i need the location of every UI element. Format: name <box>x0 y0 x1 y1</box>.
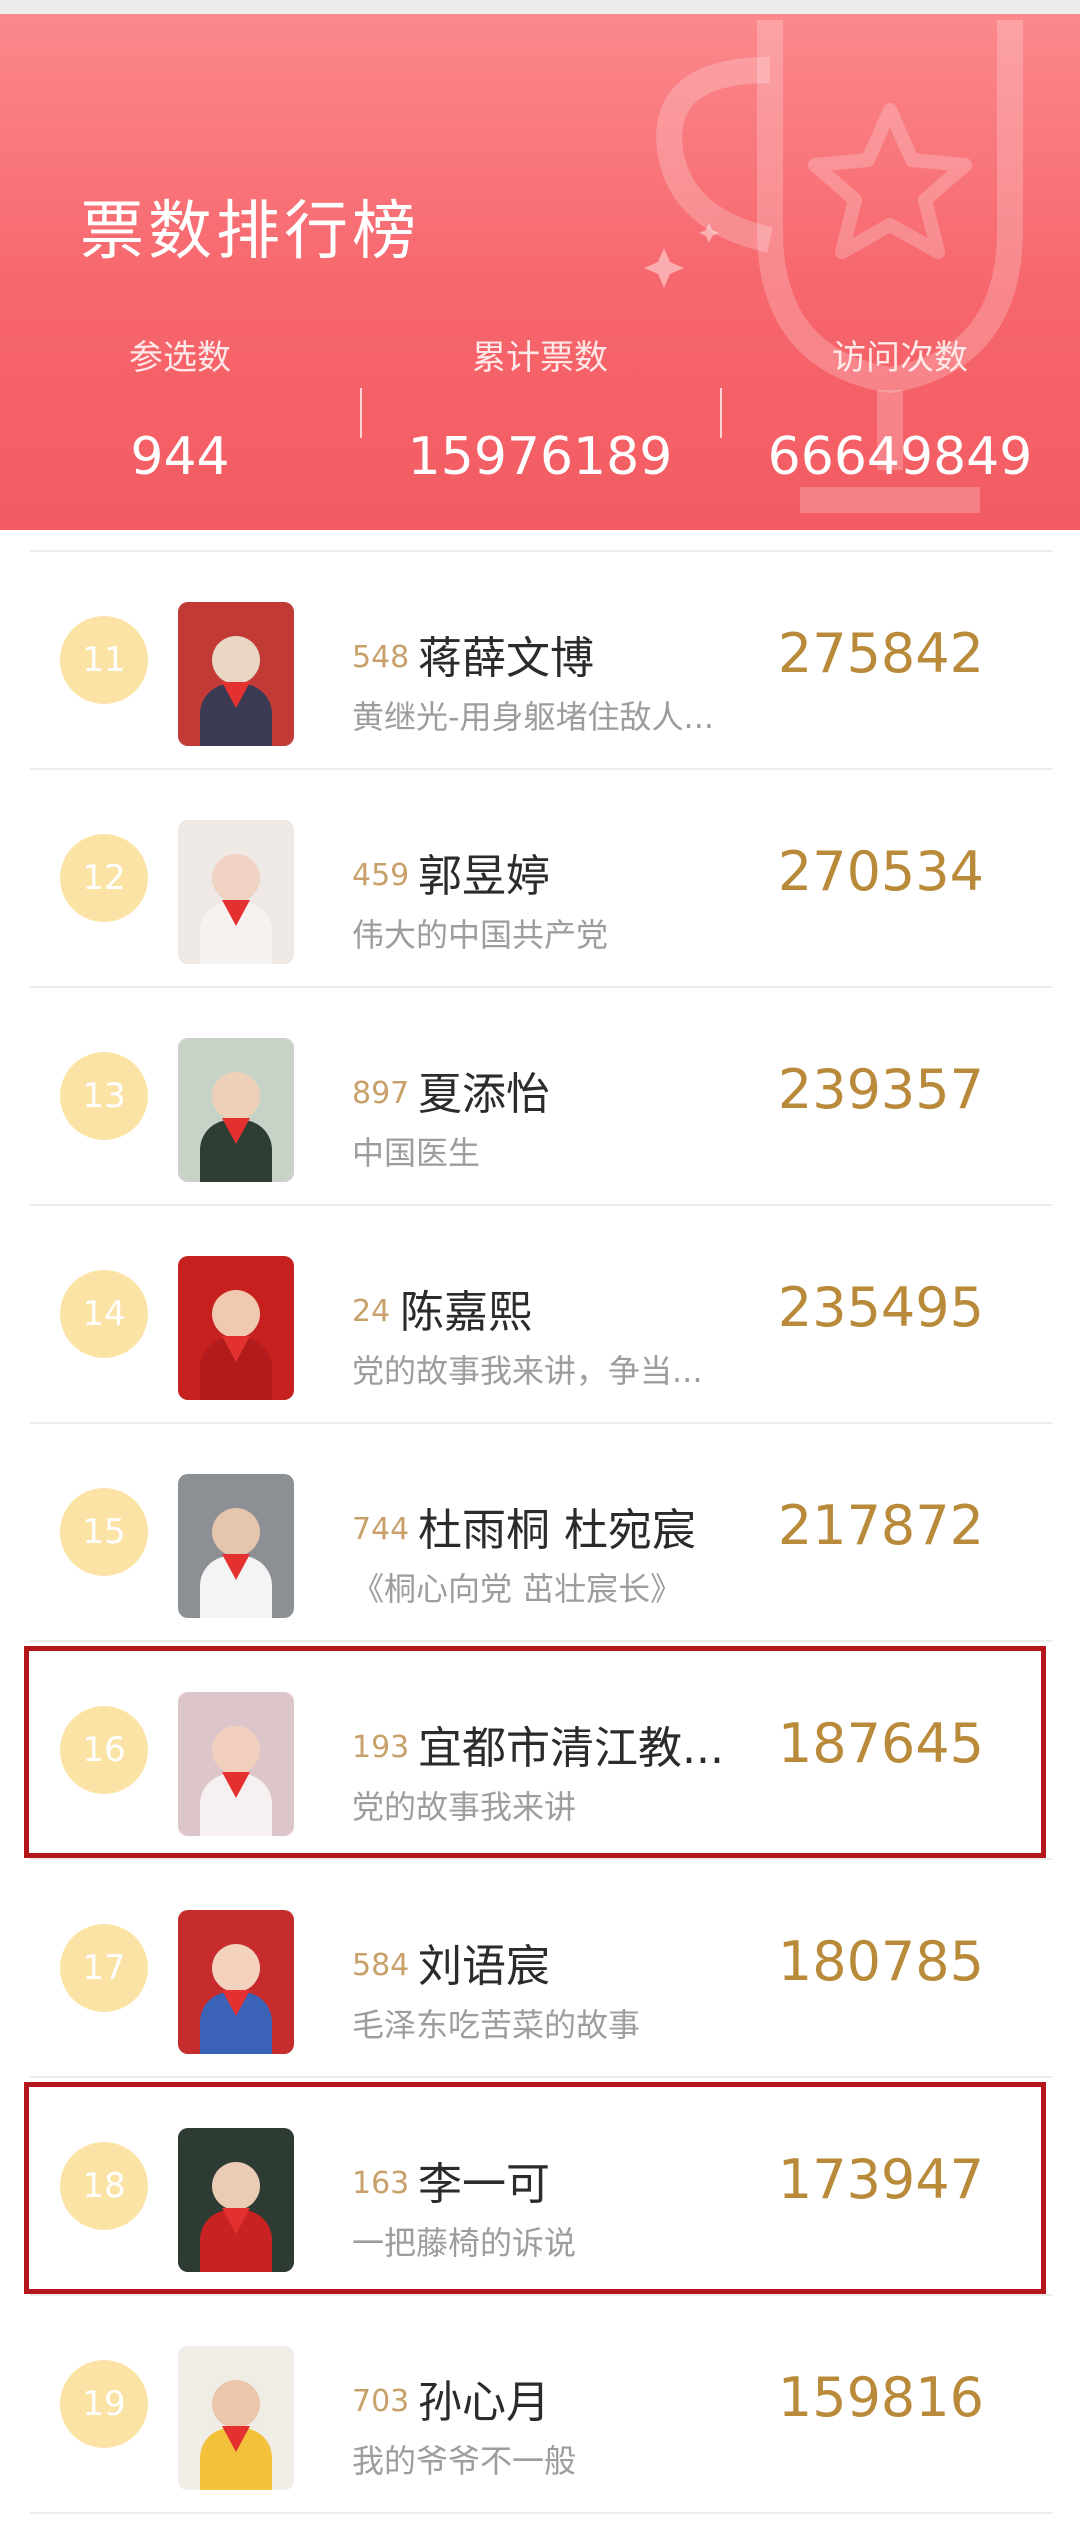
ranking-row[interactable]: 15 744 杜雨桐 杜宛宸《桐心向党 茁壮宸长》 217872 <box>30 1424 1052 1642</box>
rank-badge: 18 <box>60 2142 148 2230</box>
entry-thumbnail[interactable] <box>178 1474 294 1618</box>
entry-name: 宜都市清江教... <box>418 1723 724 1774</box>
entry-description: 中国医生 <box>352 1134 481 1172</box>
thumbnail-figure-head <box>212 636 260 684</box>
stat-label: 累计票数 <box>472 338 608 378</box>
thumbnail-figure-head <box>212 2162 260 2210</box>
entry-description: 党的故事我来讲 <box>352 1788 577 1826</box>
entry-number: 459 <box>352 858 410 893</box>
ranking-row[interactable]: 14 24 陈嘉熙党的故事我来讲，争当... 235495 <box>30 1206 1052 1424</box>
entry-number: 193 <box>352 1730 410 1765</box>
rank-badge: 17 <box>60 1924 148 2012</box>
ranking-row[interactable]: 13 897 夏添怡中国医生 239357 <box>30 988 1052 1206</box>
entry-number: 548 <box>352 640 410 675</box>
entry-description: 毛泽东吃苦菜的故事 <box>352 2006 641 2044</box>
rank-badge: 19 <box>60 2360 148 2448</box>
entry-description: 我的爷爷不一般 <box>352 2442 577 2480</box>
ranking-row[interactable]: 19 703 孙心月我的爷爷不一般 159816 <box>30 2296 1052 2514</box>
vote-count: 239357 <box>777 1058 984 1121</box>
entry-thumbnail[interactable] <box>178 1692 294 1836</box>
entry-description: 《桐心向党 茁壮宸长》 <box>352 1570 683 1608</box>
vote-count: 275842 <box>777 622 984 685</box>
vote-count: 159816 <box>777 2366 984 2429</box>
rank-badge: 11 <box>60 616 148 704</box>
ranking-row[interactable]: 17 584 刘语宸毛泽东吃苦菜的故事 180785 <box>30 1860 1052 2078</box>
ranking-row[interactable]: 12 459 郭昱婷伟大的中国共产党 270534 <box>30 770 1052 988</box>
stat-visits: 访问次数 66649849 <box>720 330 1080 487</box>
vote-count: 270534 <box>777 840 984 903</box>
ranking-row[interactable]: 16 193 宜都市清江教... 党的故事我来讲 187645 <box>30 1642 1052 1860</box>
vote-count: 173947 <box>777 2148 984 2211</box>
vote-count: 217872 <box>777 1494 984 1557</box>
vote-count: 187645 <box>777 1712 984 1775</box>
thumbnail-figure-head <box>212 2380 260 2428</box>
thumbnail-figure-head <box>212 1944 260 1992</box>
entry-description: 党的故事我来讲，争当... <box>352 1352 703 1390</box>
stat-value: 944 <box>130 427 230 487</box>
rank-badge: 15 <box>60 1488 148 1576</box>
entry-thumbnail[interactable] <box>178 1910 294 2054</box>
rank-badge: 13 <box>60 1052 148 1140</box>
ranking-row[interactable]: 11 548 蒋薛文博黄继光-用身躯堵住敌人... 275842 <box>30 552 1052 770</box>
vote-count: 180785 <box>777 1930 984 1993</box>
entry-number: 24 <box>352 1294 391 1329</box>
entry-thumbnail[interactable] <box>178 820 294 964</box>
entry-name: 陈嘉熙 <box>400 1287 532 1338</box>
entry-number: 584 <box>352 1948 410 1983</box>
thumbnail-figure-head <box>212 854 260 902</box>
thumbnail-figure-head <box>212 1726 260 1774</box>
rank-badge: 14 <box>60 1270 148 1358</box>
entry-name: 刘语宸 <box>418 1941 550 1992</box>
entry-description: 伟大的中国共产党 <box>352 916 609 954</box>
entry-name: 郭昱婷 <box>418 851 550 902</box>
entry-thumbnail[interactable] <box>178 2128 294 2272</box>
entry-number: 163 <box>352 2166 410 2201</box>
page-title: 票数排行榜 <box>80 195 420 269</box>
entry-name: 蒋薛文博 <box>418 633 594 684</box>
vote-count: 235495 <box>777 1276 984 1339</box>
stat-value: 15976189 <box>407 427 673 487</box>
thumbnail-figure-head <box>212 1508 260 1556</box>
entry-thumbnail[interactable] <box>178 1038 294 1182</box>
entry-name: 杜雨桐 杜宛宸 <box>418 1505 696 1556</box>
rank-badge: 16 <box>60 1706 148 1794</box>
entry-thumbnail[interactable] <box>178 1256 294 1400</box>
stat-total-votes: 累计票数 15976189 <box>360 330 720 487</box>
thumbnail-figure-head <box>212 1072 260 1120</box>
thumbnail-figure-head <box>212 1290 260 1338</box>
entry-thumbnail[interactable] <box>178 2346 294 2490</box>
stat-value: 66649849 <box>767 427 1033 487</box>
ranking-page: 票数排行榜 参选数 944 累计票数 15976189 访问次数 6664984… <box>0 0 1080 2548</box>
entry-description: 一把藤椅的诉说 <box>352 2224 577 2262</box>
entry-number: 897 <box>352 1076 410 1111</box>
entry-thumbnail[interactable] <box>178 602 294 746</box>
ranking-header: 票数排行榜 参选数 944 累计票数 15976189 访问次数 6664984… <box>0 0 1080 530</box>
stat-candidates: 参选数 944 <box>0 330 360 487</box>
entry-name: 夏添怡 <box>418 1069 550 1120</box>
entry-number: 703 <box>352 2384 410 2419</box>
entry-name: 孙心月 <box>418 2377 550 2428</box>
stat-label: 访问次数 <box>832 338 968 378</box>
ranking-row[interactable]: 18 163 李一可一把藤椅的诉说 173947 <box>30 2078 1052 2296</box>
stat-label: 参选数 <box>129 338 231 378</box>
entry-number: 744 <box>352 1512 410 1547</box>
entry-name: 李一可 <box>418 2159 550 2210</box>
entry-description: 黄继光-用身躯堵住敌人... <box>352 698 715 736</box>
rank-badge: 12 <box>60 834 148 922</box>
